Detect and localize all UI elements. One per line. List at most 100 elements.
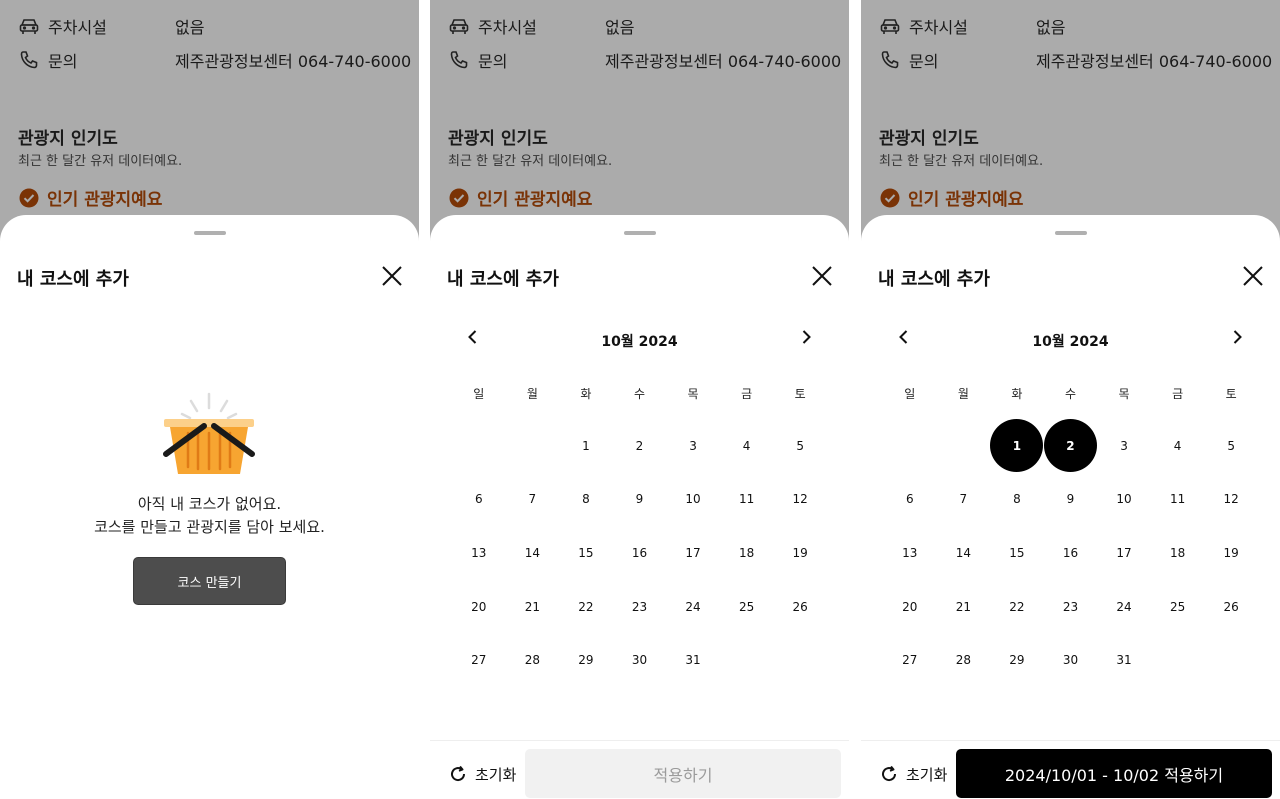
calendar-day[interactable]: 2 [613, 419, 667, 473]
sheet-drag-handle[interactable] [623, 231, 656, 235]
reset-button[interactable]: 초기화 [879, 761, 947, 787]
popularity-subtitle: 최근 한 달간 유저 데이터예요. [448, 154, 613, 169]
calendar-day[interactable]: 24 [666, 580, 720, 634]
calendar-day[interactable]: 20 [452, 580, 506, 634]
check-circle-icon [880, 188, 900, 208]
close-icon[interactable] [809, 263, 835, 289]
calendar-day[interactable]: 5 [773, 419, 827, 473]
calendar-day[interactable]: 13 [883, 526, 937, 580]
calendar-day[interactable]: 8 [990, 473, 1044, 527]
calendar-day-number: 6 [905, 492, 914, 507]
apply-button[interactable]: 적용하기 [525, 749, 841, 798]
weekday-label: 금 [741, 387, 753, 401]
car-icon [448, 15, 470, 37]
calendar-day[interactable]: 29 [559, 633, 613, 687]
calendar-day-number: 16 [1062, 545, 1079, 560]
calendar-day[interactable]: 29 [990, 633, 1044, 687]
sheet-drag-handle[interactable] [1054, 231, 1087, 235]
calendar-day[interactable]: 30 [1044, 633, 1098, 687]
calendar-day-number: 26 [792, 599, 808, 614]
calendar-day[interactable]: 31 [666, 633, 720, 687]
calendar-day[interactable]: 13 [452, 526, 506, 580]
calendar-day[interactable]: 19 [1204, 526, 1258, 580]
contact-label: 문의 [909, 52, 939, 71]
calendar-day[interactable]: 18 [1151, 526, 1205, 580]
calendar-day-number: 2 [1043, 419, 1097, 473]
calendar-day[interactable]: 25 [1151, 580, 1205, 634]
calendar-day-number: 5 [1227, 438, 1235, 453]
calendar-day-number: 23 [1062, 599, 1079, 614]
calendar-day[interactable]: 7 [937, 473, 991, 527]
calendar-day[interactable]: 11 [720, 473, 774, 527]
calendar-day[interactable]: 22 [990, 580, 1044, 634]
calendar-day[interactable]: 4 [720, 419, 774, 473]
calendar-day[interactable]: 27 [883, 633, 937, 687]
calendar-day[interactable]: 3 [666, 419, 720, 473]
calendar-day-number: 17 [685, 545, 701, 560]
calendar-day[interactable]: 15 [559, 526, 613, 580]
calendar-blank-cell [506, 419, 560, 473]
calendar-day[interactable]: 1 [990, 419, 1044, 473]
calendar-day[interactable]: 23 [1044, 580, 1098, 634]
calendar-day[interactable]: 31 [1097, 633, 1151, 687]
calendar-day[interactable]: 9 [1044, 473, 1098, 527]
calendar-day[interactable]: 28 [506, 633, 560, 687]
calendar-day[interactable]: 24 [1097, 580, 1151, 634]
calendar-day[interactable]: 26 [1204, 580, 1258, 634]
calendar-day[interactable]: 28 [937, 633, 991, 687]
calendar-blank-cell [883, 419, 937, 473]
calendar-day[interactable]: 6 [452, 473, 506, 527]
calendar-day[interactable]: 5 [1204, 419, 1258, 473]
calendar-day[interactable]: 9 [613, 473, 667, 527]
calendar-day[interactable]: 27 [452, 633, 506, 687]
calendar-day[interactable]: 25 [720, 580, 774, 634]
calendar-day[interactable]: 21 [506, 580, 560, 634]
calendar-day[interactable]: 20 [883, 580, 937, 634]
close-icon[interactable] [379, 263, 405, 289]
calendar-day[interactable]: 7 [506, 473, 560, 527]
calendar-day[interactable]: 19 [773, 526, 827, 580]
calendar-day[interactable]: 1 [559, 419, 613, 473]
parking-value: 없음 [605, 18, 635, 37]
create-course-button[interactable]: 코스 만들기 [133, 557, 286, 605]
calendar-day[interactable]: 14 [937, 526, 991, 580]
calendar-day[interactable]: 14 [506, 526, 560, 580]
calendar-day-number: 7 [528, 492, 537, 507]
calendar-day[interactable]: 16 [613, 526, 667, 580]
sheet-drag-handle[interactable] [193, 231, 226, 235]
calendar-day[interactable]: 10 [1097, 473, 1151, 527]
calendar-day[interactable]: 17 [1097, 526, 1151, 580]
reset-button[interactable]: 초기화 [448, 761, 516, 787]
calendar-day[interactable]: 12 [773, 473, 827, 527]
calendar-day[interactable]: 8 [559, 473, 613, 527]
close-icon[interactable] [1240, 263, 1266, 289]
popular-badge: 인기 관광지예요 [449, 185, 592, 210]
calendar-day[interactable]: 10 [666, 473, 720, 527]
calendar-day[interactable]: 16 [1044, 526, 1098, 580]
calendar-day-number: 15 [578, 545, 594, 560]
calendar-day[interactable]: 11 [1151, 473, 1205, 527]
popularity-subtitle: 최근 한 달간 유저 데이터예요. [18, 154, 183, 169]
calendar-day[interactable]: 23 [613, 580, 667, 634]
chevron-right-icon[interactable] [796, 327, 816, 347]
calendar-day[interactable]: 26 [773, 580, 827, 634]
calendar-blank-cell [937, 419, 991, 473]
sheet-title: 내 코스에 추가 [17, 269, 129, 290]
calendar-day-number: 11 [738, 492, 755, 507]
calendar-day[interactable]: 21 [937, 580, 991, 634]
calendar-day[interactable]: 15 [990, 526, 1044, 580]
calendar-day-number: 25 [738, 599, 755, 614]
calendar-day[interactable]: 6 [883, 473, 937, 527]
calendar-day[interactable]: 2 [1043, 419, 1098, 473]
calendar-day[interactable]: 17 [666, 526, 720, 580]
weekday-label: 수 [633, 387, 645, 401]
popular-badge: 인기 관광지예요 [19, 185, 162, 210]
calendar-day[interactable]: 4 [1151, 419, 1205, 473]
calendar-day[interactable]: 3 [1097, 419, 1151, 473]
calendar-day[interactable]: 12 [1204, 473, 1258, 527]
chevron-right-icon[interactable] [1227, 327, 1247, 347]
calendar-day[interactable]: 30 [613, 633, 667, 687]
apply-button[interactable]: 2024/10/01 - 10/02 적용하기 [956, 749, 1272, 798]
calendar-day[interactable]: 22 [559, 580, 613, 634]
calendar-day[interactable]: 18 [720, 526, 774, 580]
